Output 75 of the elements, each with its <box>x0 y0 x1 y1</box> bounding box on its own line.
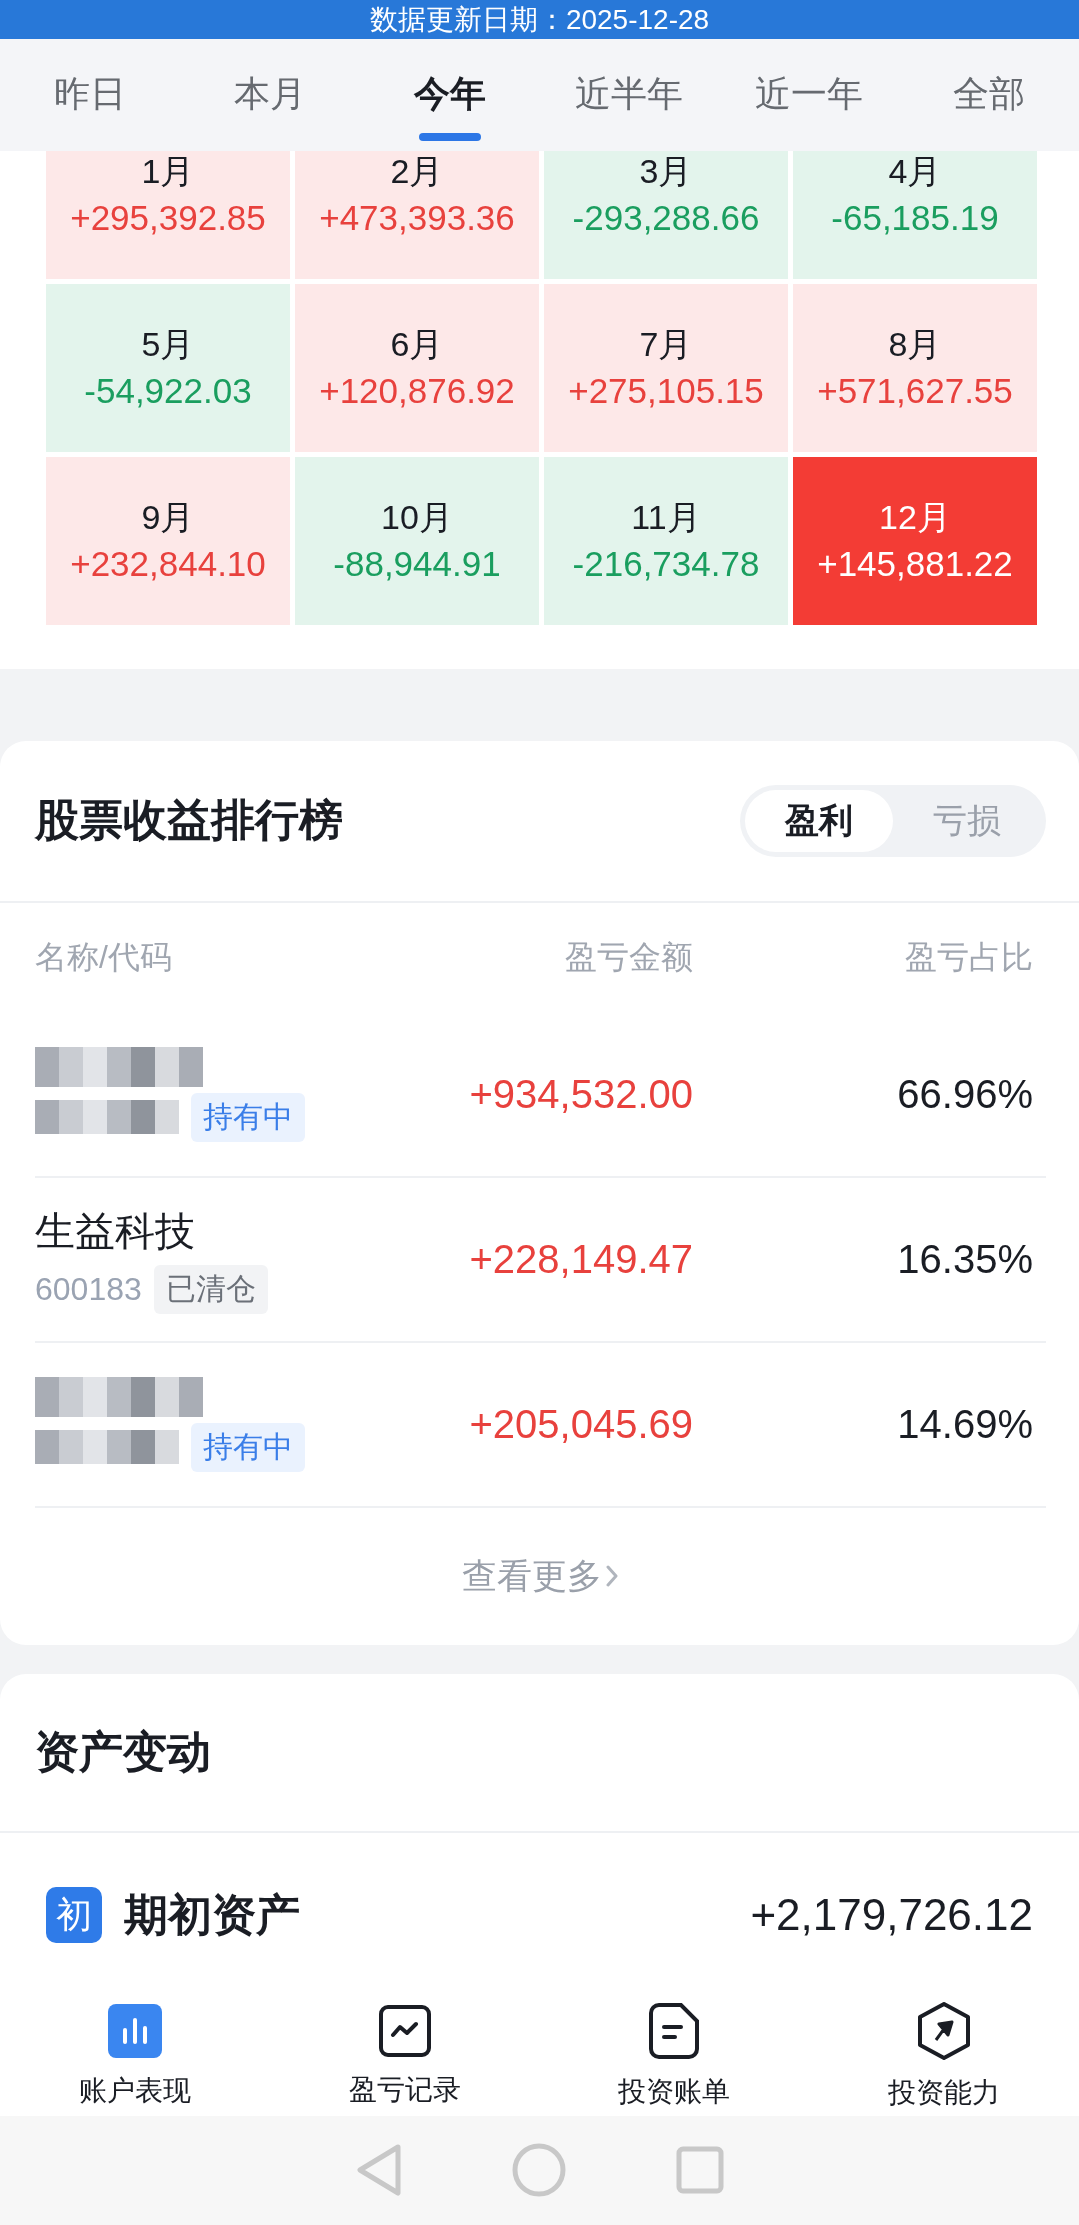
period-tab[interactable]: 全部 <box>899 39 1079 151</box>
nav-item[interactable]: 账户表现 <box>0 1997 270 2116</box>
period-tab[interactable]: 本月 <box>179 39 360 151</box>
profit-amount: +205,045.69 <box>468 1401 693 1447</box>
month-profit: +232,844.10 <box>70 542 266 585</box>
nav-item[interactable]: 投资能力 <box>809 1997 1079 2116</box>
document-icon <box>649 2002 700 2059</box>
month-label: 5月 <box>141 323 195 364</box>
home-icon[interactable] <box>511 2143 566 2198</box>
profit-amount: +934,532.00 <box>468 1071 693 1117</box>
month-profit: +145,881.22 <box>817 542 1013 585</box>
month-label: 2月 <box>390 150 444 191</box>
profit-ratio: 14.69% <box>896 1401 1033 1447</box>
profit-amount: +228,149.47 <box>468 1236 693 1282</box>
asset-value: +2,179,726.12 <box>750 1890 1033 1940</box>
month-cell[interactable]: 5月 -54,922.03 <box>46 283 290 452</box>
month-profit: +473,393.36 <box>319 196 515 239</box>
profit-ratio: 16.35% <box>896 1236 1033 1282</box>
month-profit: -293,288.66 <box>572 196 760 239</box>
month-cell[interactable]: 10月 -88,944.91 <box>295 456 539 625</box>
month-label: 10月 <box>381 496 453 537</box>
month-profit: +120,876.92 <box>319 369 515 412</box>
month-cell[interactable]: 3月 -293,288.66 <box>544 150 788 279</box>
month-cell[interactable]: 8月 +571,627.55 <box>793 283 1037 452</box>
month-label: 3月 <box>639 150 693 191</box>
month-profit: -65,185.19 <box>831 196 999 239</box>
update-date: 数据更新日期：2025-12-28 <box>369 5 710 34</box>
month-label: 4月 <box>888 150 942 191</box>
status-tag: 持有中 <box>191 1092 305 1142</box>
period-tab[interactable]: 近半年 <box>539 39 720 151</box>
period-tab[interactable]: 昨日 <box>0 39 180 151</box>
month-cell[interactable]: 2月 +473,393.36 <box>295 150 539 279</box>
nav-item[interactable]: 投资账单 <box>539 1997 810 2116</box>
month-profit: +571,627.55 <box>817 369 1013 412</box>
month-profit: -54,922.03 <box>84 369 252 412</box>
assets-title: 资产变动 <box>35 1725 211 1778</box>
back-icon[interactable] <box>355 2144 402 2197</box>
bar-chart-icon <box>107 2003 162 2058</box>
month-cell[interactable]: 6月 +120,876.92 <box>295 283 539 452</box>
month-cell[interactable]: 9月 +232,844.10 <box>46 456 290 625</box>
column-header: 盈亏占比 <box>904 937 1033 977</box>
month-cell[interactable]: 12月 +145,881.22 <box>793 456 1037 625</box>
month-label: 7月 <box>639 323 693 364</box>
asset-label: 期初资产 <box>124 1888 300 1941</box>
month-profit: -88,944.91 <box>333 542 501 585</box>
period-tab[interactable]: 近一年 <box>719 39 900 151</box>
stock-code: 600183 <box>35 1271 142 1308</box>
month-cell[interactable]: 1月 +295,392.85 <box>46 150 290 279</box>
month-profit: +295,392.85 <box>70 196 266 239</box>
initial-badge: 初 <box>46 1887 102 1943</box>
month-label: 9月 <box>141 496 195 537</box>
nav-item[interactable]: 盈亏记录 <box>269 1997 540 2116</box>
month-label: 6月 <box>390 323 444 364</box>
chevron-icon <box>605 1565 618 1587</box>
month-cell[interactable]: 7月 +275,105.15 <box>544 283 788 452</box>
month-label: 1月 <box>141 150 195 191</box>
month-profit: -216,734.78 <box>572 542 760 585</box>
profit-ratio: 66.96% <box>896 1071 1033 1117</box>
ranking-title: 股票收益排行榜 <box>35 794 343 846</box>
month-cell[interactable]: 4月 -65,185.19 <box>793 150 1037 279</box>
month-label: 12月 <box>879 496 951 537</box>
month-label: 8月 <box>888 323 942 364</box>
status-tag: 持有中 <box>191 1422 305 1472</box>
period-tab[interactable]: 今年 <box>359 39 540 151</box>
month-label: 11月 <box>631 496 701 537</box>
recents-icon[interactable] <box>675 2146 724 2195</box>
toggle-option[interactable]: 盈利 <box>745 789 893 852</box>
column-header: 盈亏金额 <box>564 937 693 977</box>
line-chart-icon <box>378 2004 431 2057</box>
hexagon-arrow-icon <box>917 2001 972 2060</box>
status-tag: 已清仓 <box>153 1265 268 1314</box>
month-profit: +275,105.15 <box>568 369 764 412</box>
column-header: 名称/代码 <box>35 937 173 977</box>
month-cell[interactable]: 11月 -216,734.78 <box>544 456 788 625</box>
stock-name: 生益科技 <box>35 1208 195 1255</box>
